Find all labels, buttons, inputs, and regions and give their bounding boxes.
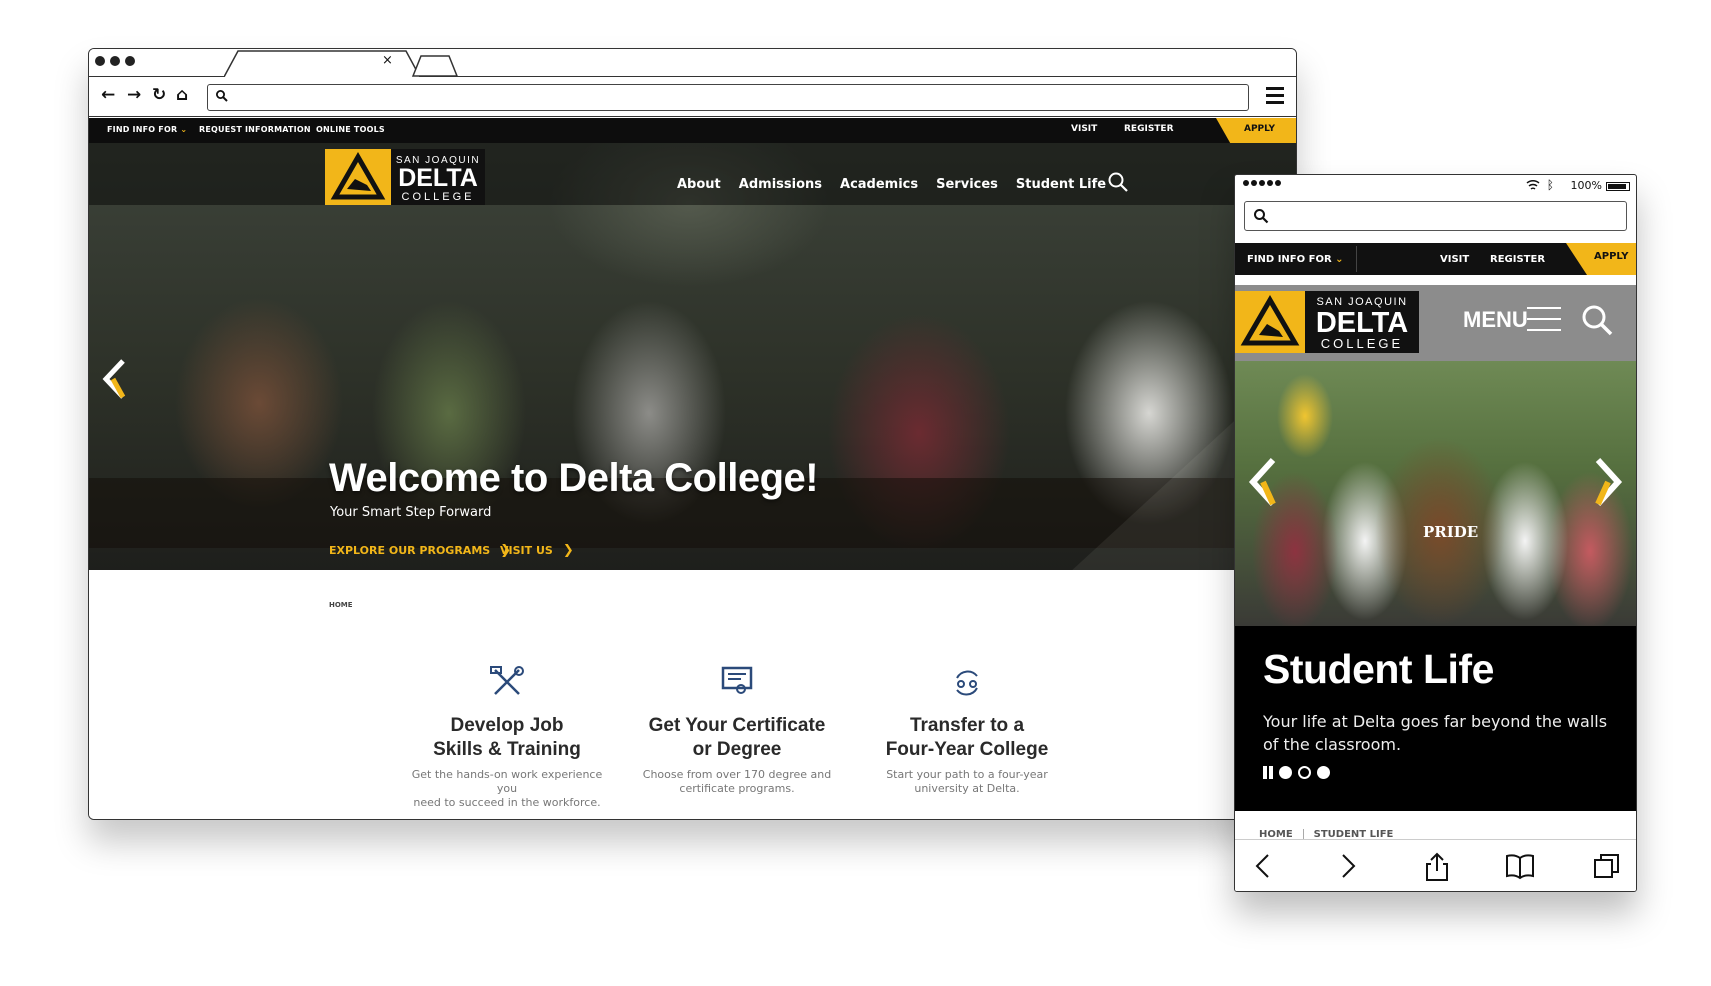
logo-bottom-text: COLLEGE: [402, 191, 475, 203]
feature-job-skills[interactable]: Develop Job Skills & Training Get the han…: [402, 664, 612, 810]
new-tab-icon[interactable]: [409, 53, 461, 77]
battery-icon: [1606, 182, 1630, 191]
delta-college-logo[interactable]: SAN JOAQUIN DELTA COLLEGE: [325, 149, 485, 205]
carousel-prev-icon[interactable]: [101, 358, 127, 400]
photo-shirt-text: PRIDE: [1423, 523, 1479, 541]
hero-title: Welcome to Delta College!: [329, 456, 819, 500]
tab-close-icon[interactable]: ×: [382, 53, 393, 68]
feature-title-line: Four-Year College: [885, 739, 1049, 760]
hamburger-icon[interactable]: [1527, 307, 1561, 340]
mobile-address-bar[interactable]: [1244, 201, 1627, 231]
pause-icon[interactable]: [1263, 766, 1273, 779]
find-info-dropdown[interactable]: FIND INFO FOR ⌄: [107, 125, 187, 134]
home-icon[interactable]: ⌂: [176, 85, 188, 105]
wifi-icon: [1526, 179, 1540, 190]
battery-percent: 100%: [1570, 179, 1602, 192]
divider: [1356, 246, 1357, 272]
signal-icon: [1243, 180, 1281, 186]
back-icon[interactable]: [1253, 852, 1273, 880]
delta-college-logo[interactable]: SAN JOAQUIN DELTA COLLEGE: [1235, 291, 1419, 353]
feature-desc-line: Get the hands-on work experience you: [411, 768, 603, 795]
utility-bar: FIND INFO FOR ⌄ REQUEST INFORMATION ONLI…: [89, 118, 1296, 149]
hero-banner: SAN JOAQUIN DELTA COLLEGE About Admissio…: [89, 143, 1296, 570]
share-icon[interactable]: [1425, 852, 1449, 882]
carousel-dot[interactable]: [1317, 766, 1330, 779]
feature-desc-line: Start your path to a four-year: [886, 768, 1048, 781]
breadcrumb[interactable]: HOME: [329, 601, 353, 609]
nav-admissions[interactable]: Admissions: [739, 177, 822, 192]
feature-desc-line: certificate programs.: [679, 782, 795, 795]
browser-menu-icon[interactable]: [1266, 87, 1284, 108]
menu-label[interactable]: MENU: [1463, 307, 1528, 333]
feature-desc-line: need to succeed in the workforce.: [413, 796, 601, 809]
visit-link[interactable]: VISIT: [1071, 124, 1097, 134]
carousel-controls: [1263, 766, 1330, 779]
search-icon: [216, 90, 228, 102]
reload-icon[interactable]: ↻: [152, 85, 166, 105]
chevron-down-icon: ⌄: [180, 125, 188, 134]
carousel-dot[interactable]: [1279, 766, 1292, 779]
forward-icon[interactable]: →: [127, 85, 141, 105]
desktop-page: FIND INFO FOR ⌄ REQUEST INFORMATION ONLI…: [89, 118, 1296, 819]
feature-title-line: Skills & Training: [433, 739, 581, 760]
feature-desc-line: Choose from over 170 degree and: [642, 768, 832, 781]
mobile-utility-bar: FIND INFO FOR ⌄ VISIT REGISTER APPLY: [1235, 243, 1636, 275]
transfer-icon: [956, 670, 978, 696]
feature-title-line: Transfer to a: [909, 715, 1025, 736]
carousel-next-icon[interactable]: [1594, 456, 1624, 508]
nav-about[interactable]: About: [677, 177, 721, 192]
search-icon[interactable]: [1107, 171, 1129, 193]
feature-certificate[interactable]: Get Your Certificate or Degree Choose fro…: [632, 664, 842, 796]
status-bar: ᛒ 100%: [1235, 175, 1636, 197]
tabs-icon[interactable]: [1593, 852, 1621, 880]
slide-caption: Student Life Your life at Delta goes far…: [1235, 626, 1636, 811]
request-info-link[interactable]: REQUEST INFORMATION: [199, 125, 311, 134]
nav-student-life[interactable]: Student Life: [1016, 177, 1106, 192]
bluetooth-icon: ᛒ: [1546, 178, 1554, 192]
desktop-browser-window: × ← → ↻ ⌂ FIND INFO FOR ⌄ REQUEST INFORM…: [88, 48, 1297, 820]
find-info-dropdown[interactable]: FIND INFO FOR ⌄: [1247, 254, 1344, 265]
register-link[interactable]: REGISTER: [1490, 254, 1545, 265]
mobile-header: SAN JOAQUIN DELTA COLLEGE MENU: [1235, 285, 1636, 361]
bookmarks-icon[interactable]: [1505, 852, 1535, 880]
feature-transfer[interactable]: Transfer to a Four-Year College Start you…: [862, 664, 1072, 796]
nav-services[interactable]: Services: [936, 177, 998, 192]
browser-bottom-bar: [1235, 839, 1636, 891]
slide-title: Student Life: [1263, 646, 1494, 692]
certificate-icon: [721, 666, 753, 694]
mobile-device: ᛒ 100% FIND INFO FOR ⌄ VISIT REGISTER AP…: [1234, 174, 1637, 892]
apply-button[interactable]: APPLY: [1566, 243, 1636, 275]
window-controls[interactable]: [95, 56, 135, 66]
carousel-dot[interactable]: [1298, 766, 1311, 779]
slide-subtitle: Your life at Delta goes far beyond the w…: [1263, 712, 1608, 754]
feature-title-line: Get Your Certificate: [648, 715, 826, 736]
logo-main-text: DELTA: [1316, 307, 1408, 339]
forward-icon[interactable]: [1338, 852, 1358, 880]
online-tools-link[interactable]: ONLINE TOOLS: [316, 125, 385, 134]
browser-tab-bar: ×: [89, 49, 1296, 77]
logo-main-text: DELTA: [398, 164, 478, 192]
back-icon[interactable]: ←: [101, 85, 115, 105]
chevron-right-icon: ❯: [562, 543, 574, 558]
search-icon[interactable]: [1580, 303, 1614, 337]
address-bar[interactable]: [207, 84, 1249, 111]
visit-us-link[interactable]: VISIT US ❯: [500, 543, 574, 558]
explore-programs-link[interactable]: EXPLORE OUR PROGRAMS ❯: [329, 543, 511, 558]
register-link[interactable]: REGISTER: [1124, 124, 1174, 134]
logo-bottom-text: COLLEGE: [1321, 336, 1403, 351]
tools-icon: [490, 666, 524, 695]
browser-toolbar: ← → ↻ ⌂: [89, 77, 1296, 117]
carousel-prev-icon[interactable]: [1247, 456, 1277, 508]
search-icon: [1254, 209, 1269, 224]
visit-link[interactable]: VISIT: [1440, 254, 1469, 265]
hero-tagline: Your Smart Step Forward: [330, 505, 492, 520]
feature-title-line: Develop Job: [450, 715, 564, 736]
nav-academics[interactable]: Academics: [840, 177, 918, 192]
feature-title-line: or Degree: [692, 739, 782, 760]
chevron-down-icon: ⌄: [1335, 254, 1344, 265]
feature-desc-line: university at Delta.: [914, 782, 1020, 795]
main-nav: About Admissions Academics Services Stud…: [677, 177, 1106, 192]
student-life-photo: PRIDE: [1235, 361, 1636, 626]
